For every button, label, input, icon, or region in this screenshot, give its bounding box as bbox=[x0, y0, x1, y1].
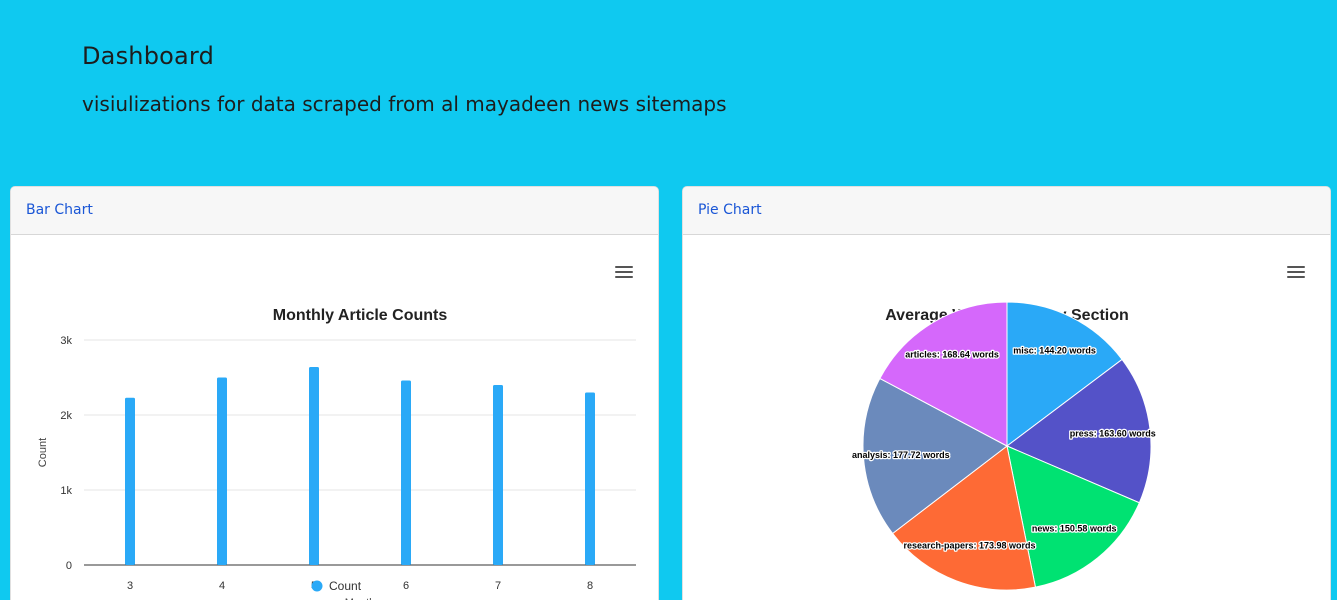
bar[interactable] bbox=[217, 377, 227, 566]
legend-marker[interactable] bbox=[311, 580, 323, 592]
pie-data-label: misc: 144.20 words bbox=[1013, 346, 1096, 356]
x-tick-label: 7 bbox=[495, 580, 501, 592]
pie-data-label: research-papers: 173.98 words bbox=[903, 541, 1035, 551]
bar-chart-card-header: Bar Chart bbox=[11, 187, 658, 235]
chart-title: Monthly Article Counts bbox=[273, 307, 448, 324]
bar-chart-menu-icon[interactable] bbox=[615, 266, 633, 280]
x-tick-label: 6 bbox=[403, 580, 409, 592]
pie-data-label: news: 150.58 words bbox=[1032, 524, 1117, 534]
pie-chart-body: Average Word Count by SectionUnknown: 0.… bbox=[683, 235, 1330, 600]
y-tick-label: 3k bbox=[60, 335, 72, 347]
bar-chart-body: Monthly Article Counts01k2k3kCount345678… bbox=[11, 235, 658, 600]
x-tick-label: 3 bbox=[127, 580, 133, 592]
bar-chart: Monthly Article Counts01k2k3kCount345678… bbox=[37, 307, 636, 600]
y-axis-label: Count bbox=[37, 438, 49, 467]
bar-chart-card: Bar Chart Monthly Article Counts 0 1k 2k 3k C… bbox=[10, 186, 659, 600]
pie-chart: Average Word Count by SectionUnknown: 0.… bbox=[851, 301, 1157, 591]
y-tick-label: 1k bbox=[60, 485, 72, 497]
pie-chart-card: Pie Chart Average Word Count by SectionU… bbox=[682, 186, 1331, 600]
legend-label[interactable]: Count bbox=[329, 579, 362, 593]
y-tick-label: 0 bbox=[66, 560, 72, 572]
pie-chart-menu-icon[interactable] bbox=[1287, 266, 1305, 280]
bar[interactable] bbox=[585, 392, 595, 566]
bar[interactable] bbox=[125, 397, 135, 565]
pie-data-label: analysis: 177.72 words bbox=[852, 450, 950, 460]
y-tick-label: 2k bbox=[60, 410, 72, 422]
bar[interactable] bbox=[493, 385, 503, 565]
x-tick-label: 8 bbox=[587, 580, 593, 592]
pie-data-label: press: 163.60 words bbox=[1070, 428, 1156, 438]
pie-data-label: articles: 168.64 words bbox=[905, 350, 999, 360]
bar[interactable] bbox=[309, 367, 319, 565]
page-header: Dashboard visiulizations for data scrape… bbox=[82, 42, 727, 116]
pie-chart-card-header: Pie Chart bbox=[683, 187, 1330, 235]
page-subtitle: visiulizations for data scraped from al … bbox=[82, 92, 727, 116]
page-title: Dashboard bbox=[82, 42, 215, 70]
bar[interactable] bbox=[401, 380, 411, 566]
x-tick-label: 4 bbox=[219, 580, 225, 592]
